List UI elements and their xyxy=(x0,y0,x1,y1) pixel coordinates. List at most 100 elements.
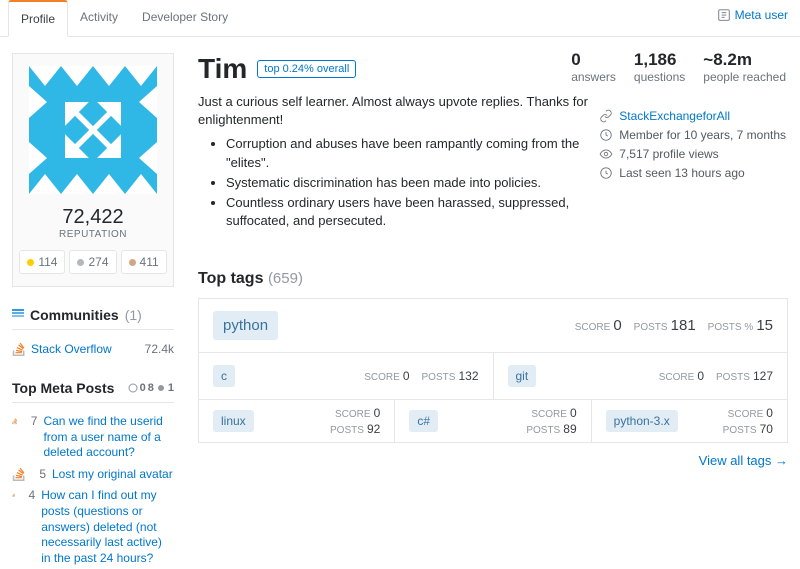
tag-cell-primary: python SCORE 0 POSTS 181 POSTS % 15 xyxy=(199,299,787,352)
bronze-dot-icon xyxy=(129,259,136,266)
tag-cell: linuxSCORE 0POSTS 92 xyxy=(199,400,395,442)
stat-questions-value: 1,186 xyxy=(634,50,685,70)
tag-cell: python-3.xSCORE 0POSTS 70 xyxy=(592,400,787,442)
meta-count-a: 0 xyxy=(140,382,146,394)
silver-badge[interactable]: 274 xyxy=(69,250,116,274)
meta-post-row: 5 Lost my original avatar xyxy=(12,464,174,486)
stackoverflow-icon xyxy=(12,467,26,481)
primary-score: 0 xyxy=(613,317,621,334)
meta-post-score: 5 xyxy=(32,467,46,481)
stackoverflow-icon xyxy=(12,342,26,356)
meta-user-label: Meta user xyxy=(735,8,788,22)
meta-post-row: 4How can I find out my posts (questions … xyxy=(12,485,174,569)
primary-posts: 181 xyxy=(671,317,696,334)
tag-cell: cSCORE 0POSTS 132 xyxy=(199,353,494,399)
top-tags-table: python SCORE 0 POSTS 181 POSTS % 15 cSCO… xyxy=(198,298,788,443)
tag-cell: gitSCORE 0POSTS 127 xyxy=(494,353,788,399)
community-name[interactable]: Stack Overflow xyxy=(31,342,112,356)
gold-dot-icon xyxy=(27,259,34,266)
gear-icon xyxy=(128,383,138,393)
communities-count: (1) xyxy=(125,307,142,323)
stat-questions: 1,186 questions xyxy=(634,50,685,84)
bio-point: Countless ordinary users have been haras… xyxy=(226,194,598,230)
tag-c[interactable]: c# xyxy=(409,410,438,432)
tag-score: 0 xyxy=(374,406,381,420)
clock-icon xyxy=(599,166,613,180)
primary-pct: 15 xyxy=(756,317,773,334)
tag-posts: 92 xyxy=(367,422,380,436)
meta-post-link[interactable]: Lost my original avatar xyxy=(52,467,173,483)
bronze-badge[interactable]: 411 xyxy=(121,250,167,274)
rank-badge[interactable]: top 0.24% overall xyxy=(257,60,356,78)
community-row[interactable]: Stack Overflow 72.4k xyxy=(12,338,174,360)
link-icon xyxy=(599,109,613,123)
tag-score: 0 xyxy=(766,406,773,420)
silver-count: 274 xyxy=(88,255,108,269)
meta-icon xyxy=(717,8,731,22)
tag-cell: c#SCORE 0POSTS 89 xyxy=(395,400,591,442)
profile-card: 72,422 REPUTATION 114 274 411 xyxy=(12,53,174,287)
tab-activity[interactable]: Activity xyxy=(68,0,130,36)
stat-reached-value: ~8.2m xyxy=(703,50,786,70)
tag-score: 0 xyxy=(570,406,577,420)
communities-heading: Communities (1) xyxy=(12,307,174,330)
tab-profile[interactable]: Profile xyxy=(8,0,68,37)
top-tags-heading: Top tags (659) xyxy=(198,270,788,288)
tag-c[interactable]: c xyxy=(213,365,235,387)
stat-answers: 0 answers xyxy=(571,50,616,84)
tab-developer-story[interactable]: Developer Story xyxy=(130,0,240,36)
label-score: SCORE xyxy=(575,322,611,333)
tag-git[interactable]: git xyxy=(508,365,537,387)
reputation-label: REPUTATION xyxy=(25,229,161,240)
dot-icon xyxy=(156,383,166,393)
bio-intro: Just a curious self learner. Almost alwa… xyxy=(198,93,598,129)
stat-answers-label: answers xyxy=(571,70,616,84)
profile-meta-list: StackExchangeforAll Member for 10 years,… xyxy=(599,104,786,185)
meta-post-link[interactable]: How can I find out my posts (questions o… xyxy=(41,488,174,566)
stat-reached-label: people reached xyxy=(703,70,786,84)
meta-post-link[interactable]: Can we find the userid from a user name … xyxy=(43,414,174,461)
gold-count: 114 xyxy=(38,255,57,269)
profile-stats: 0 answers 1,186 questions ~8.2m people r… xyxy=(571,50,786,84)
top-tags-count: (659) xyxy=(268,270,303,287)
member-for: Member for 10 years, 7 months xyxy=(619,128,786,142)
stat-questions-label: questions xyxy=(634,70,685,84)
tag-python3x[interactable]: python-3.x xyxy=(606,410,678,432)
eye-icon xyxy=(599,147,613,161)
avatar-identicon xyxy=(29,66,157,194)
tag-python[interactable]: python xyxy=(213,311,278,340)
bio-point: Corruption and abuses have been rampantl… xyxy=(226,135,598,171)
gold-badge[interactable]: 114 xyxy=(19,250,65,274)
label-pct: POSTS % xyxy=(708,322,754,333)
stat-answers-value: 0 xyxy=(571,50,616,70)
tag-linux[interactable]: linux xyxy=(213,410,254,432)
meta-count-b: 8 xyxy=(148,382,154,394)
tag-score: 0 xyxy=(403,369,410,383)
label-posts: POSTS xyxy=(634,322,668,333)
history-icon xyxy=(599,128,613,142)
view-all-tags-link[interactable]: View all tags → xyxy=(699,453,788,468)
meta-posts-counts: 0 8 1 xyxy=(128,382,174,394)
profile-site-link[interactable]: StackExchangeforAll xyxy=(619,109,730,123)
meta-post-score: 7 xyxy=(23,414,37,428)
stackoverflow-icon xyxy=(12,488,15,502)
stackoverflow-icon xyxy=(12,414,17,428)
tag-posts: 70 xyxy=(760,422,773,436)
meta-posts-heading: Top Meta Posts 0 8 1 xyxy=(12,380,174,403)
community-rep: 72.4k xyxy=(145,342,174,356)
tag-score: 0 xyxy=(697,369,704,383)
avatar[interactable] xyxy=(29,66,157,194)
silver-dot-icon xyxy=(77,259,84,266)
communities-icon xyxy=(12,309,24,321)
meta-user-link[interactable]: Meta user xyxy=(717,8,788,22)
top-tags-title: Top tags xyxy=(198,270,263,287)
last-seen: Last seen 13 hours ago xyxy=(619,166,744,180)
profile-tabs: Profile Activity Developer Story Meta us… xyxy=(0,0,800,37)
user-name: Tim xyxy=(198,53,247,85)
tag-posts: 89 xyxy=(563,422,576,436)
reputation-value: 72,422 xyxy=(25,206,161,229)
tag-posts: 127 xyxy=(753,369,773,383)
meta-post-row: 7 Can we find the userid from a user name… xyxy=(12,411,174,464)
tag-posts: 132 xyxy=(458,369,478,383)
profile-views: 7,517 profile views xyxy=(619,147,718,161)
